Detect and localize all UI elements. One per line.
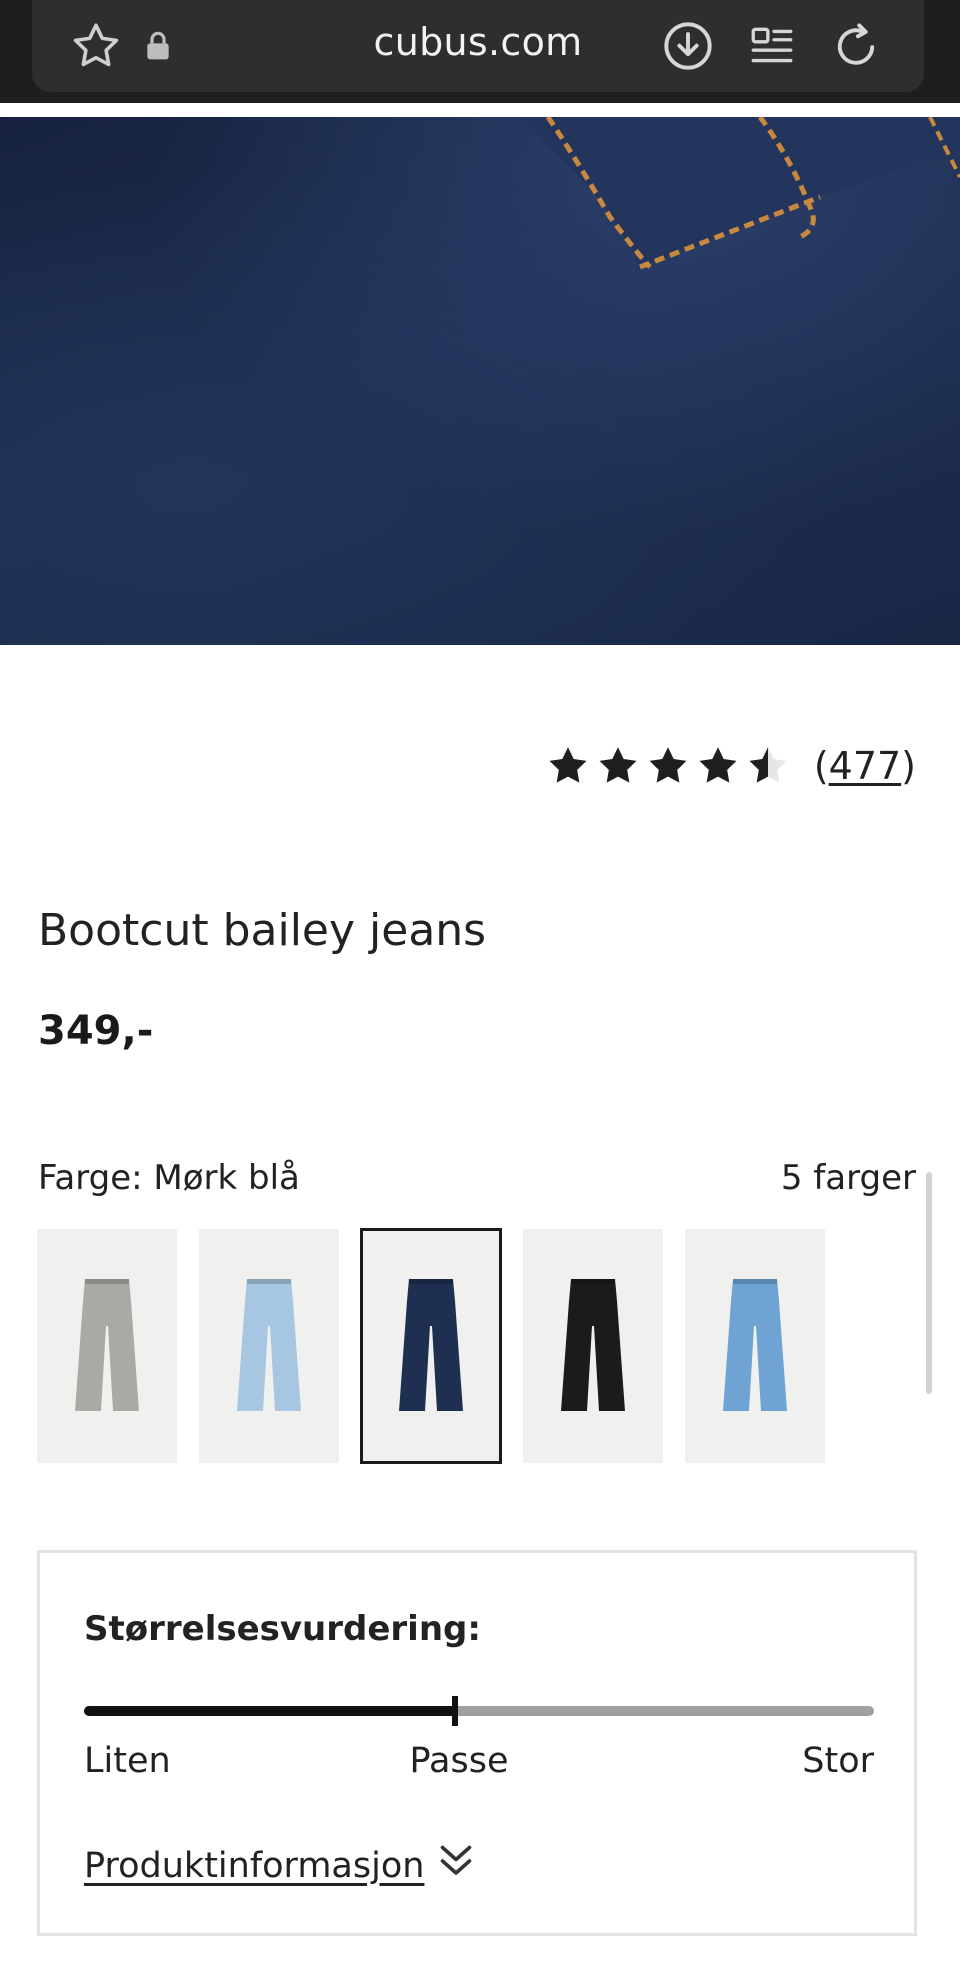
color-swatches xyxy=(37,1228,825,1464)
size-fit-fill xyxy=(84,1706,456,1716)
color-swatch-mid-blue[interactable] xyxy=(685,1229,825,1463)
reader-mode-icon[interactable] xyxy=(744,18,800,74)
size-fit-marker xyxy=(452,1696,459,1726)
selected-color-label: Farge: Mørk blå xyxy=(38,1158,300,1198)
product-title: Bootcut bailey jeans xyxy=(38,905,487,957)
star-icon xyxy=(599,747,637,783)
color-header: Farge: Mørk blå 5 farger xyxy=(38,1158,916,1198)
color-swatch-black[interactable] xyxy=(523,1229,663,1463)
reload-icon[interactable] xyxy=(828,18,884,74)
download-icon[interactable] xyxy=(660,18,716,74)
product-info-toggle[interactable]: Produktinformasjon xyxy=(84,1841,474,1890)
star-icon xyxy=(699,747,737,783)
product-info-link[interactable]: Produktinformasjon xyxy=(84,1846,424,1886)
double-chevron-down-icon[interactable] xyxy=(438,1841,474,1890)
size-label-large: Stor xyxy=(802,1741,874,1781)
rating-stars xyxy=(546,744,790,788)
color-swatch-grey[interactable] xyxy=(37,1229,177,1463)
jeans-thumbnail xyxy=(75,1279,139,1411)
star-icon xyxy=(749,747,787,783)
jeans-thumbnail xyxy=(399,1279,463,1411)
browser-toolbar: cubus.com xyxy=(0,0,960,103)
product-rating[interactable]: (477) xyxy=(546,740,916,792)
jeans-thumbnail xyxy=(561,1279,625,1411)
denim-pocket-illustration xyxy=(520,117,960,270)
product-price: 349,- xyxy=(38,1008,154,1054)
size-assessment-panel: Størrelsesvurdering: Liten Passe Stor Pr… xyxy=(37,1550,917,1936)
jeans-thumbnail xyxy=(723,1279,787,1411)
product-image-carousel[interactable] xyxy=(0,117,960,645)
toolbar-divider xyxy=(0,103,960,117)
address-bar[interactable]: cubus.com xyxy=(32,0,924,92)
color-swatch-dark-blue[interactable] xyxy=(360,1228,502,1464)
size-label-fit: Passe xyxy=(409,1741,509,1781)
scrollbar[interactable] xyxy=(926,1172,932,1394)
review-count-link[interactable]: 477 xyxy=(829,744,902,788)
star-icon xyxy=(549,747,587,783)
star-icon xyxy=(649,747,687,783)
jeans-thumbnail xyxy=(237,1279,301,1411)
review-count[interactable]: (477) xyxy=(814,744,916,788)
size-assessment-heading: Størrelsesvurdering: xyxy=(84,1609,481,1649)
color-swatch-light-blue[interactable] xyxy=(199,1229,339,1463)
size-fit-scale xyxy=(84,1696,874,1726)
color-count: 5 farger xyxy=(780,1158,916,1198)
